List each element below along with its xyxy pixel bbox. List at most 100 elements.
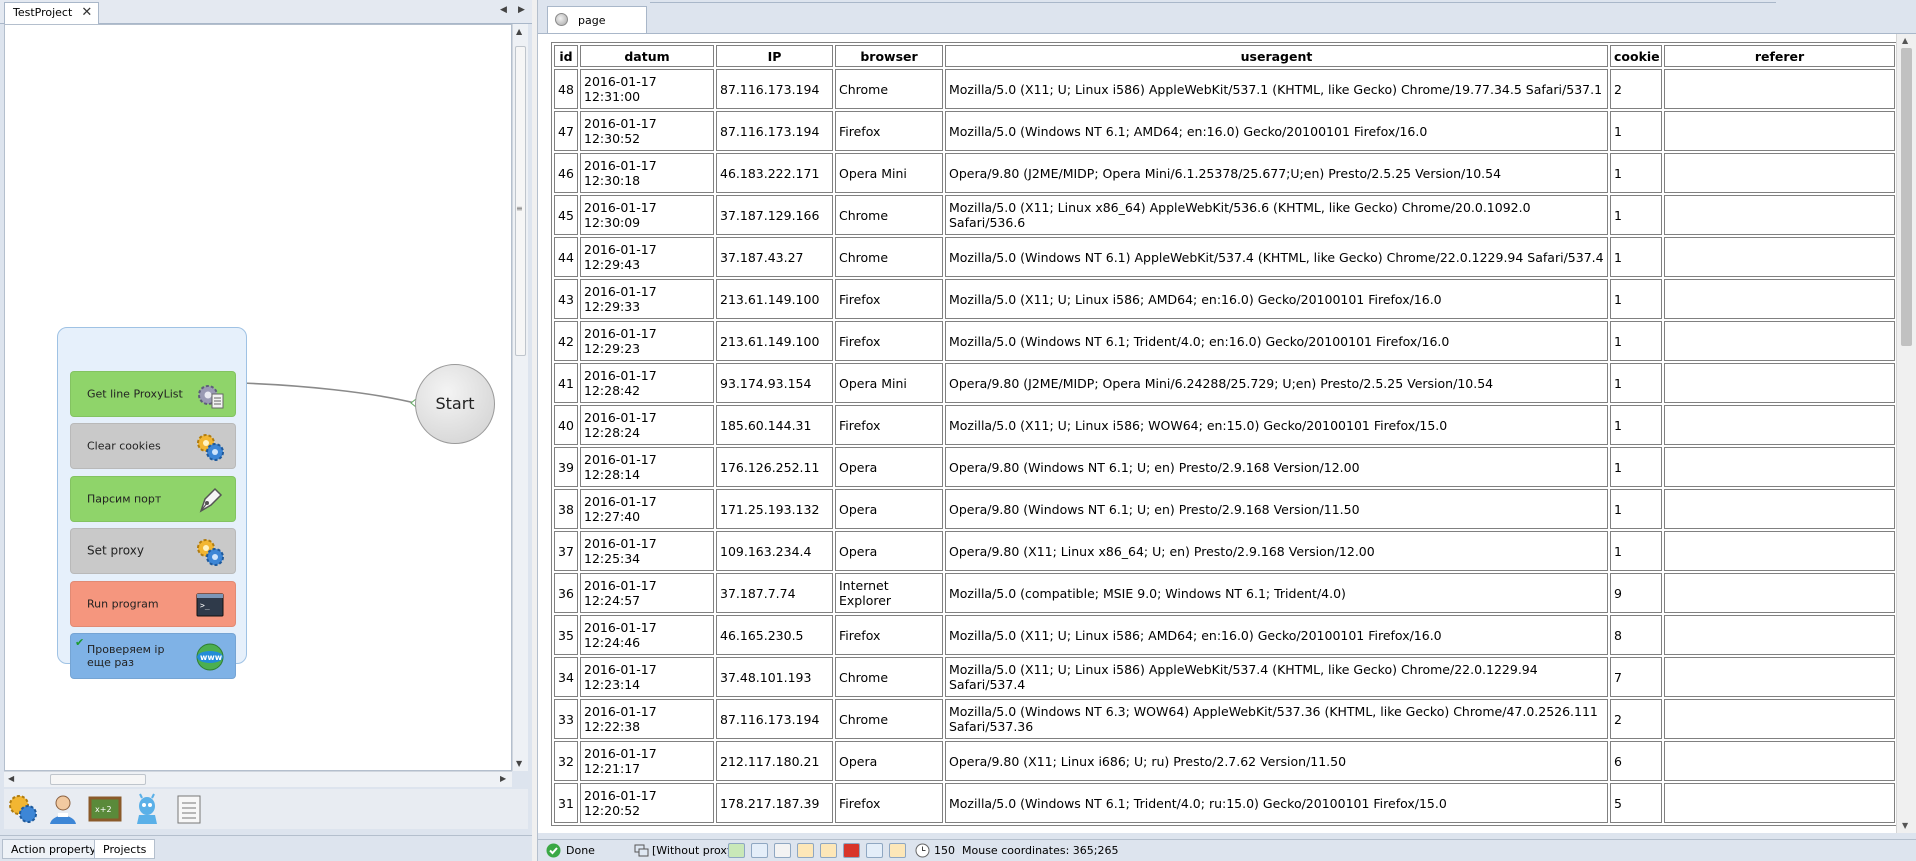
window-toggle-icon[interactable] bbox=[751, 843, 768, 858]
table-row: 41 2016-01-17 12:28:42 93.174.93.154 Opera … bbox=[554, 363, 1895, 403]
scroll-right-icon[interactable]: ▶ bbox=[500, 774, 506, 783]
cell-referer bbox=[1664, 489, 1895, 529]
done-check-icon bbox=[546, 843, 561, 858]
alien-icon[interactable] bbox=[130, 793, 164, 825]
gears-icon[interactable] bbox=[6, 793, 40, 825]
tab-page[interactable]: page bbox=[547, 6, 647, 33]
terminal-icon: >_ bbox=[196, 593, 224, 617]
cell-id: 43 bbox=[554, 279, 578, 319]
cell-datum: 2016-01-17 12:24:57 bbox=[580, 573, 714, 613]
tab-action-property[interactable]: Action property bbox=[2, 839, 106, 859]
visits-table: id datum IP browser useragent cookie ref… bbox=[551, 42, 1896, 826]
scroll-up-icon[interactable]: ▲ bbox=[1902, 36, 1908, 45]
gears-icon bbox=[197, 539, 224, 566]
browser-view[interactable]: id datum IP browser useragent cookie ref… bbox=[538, 33, 1916, 833]
table-row: 46 2016-01-17 12:30:18 46.183.222.171 Opera… bbox=[554, 153, 1895, 193]
scroll-down-icon[interactable]: ▼ bbox=[1902, 821, 1908, 830]
cell-cookie: 1 bbox=[1610, 321, 1662, 361]
cell-id: 45 bbox=[554, 195, 578, 235]
cell-cookie: 1 bbox=[1610, 489, 1662, 529]
cell-datum: 2016-01-17 12:28:14 bbox=[580, 447, 714, 487]
page-vertical-scrollbar[interactable]: ▲ ▼ bbox=[1896, 34, 1916, 833]
cell-browser: Firefox bbox=[835, 405, 943, 445]
gears-icon bbox=[197, 434, 224, 461]
cell-cookie: 2 bbox=[1610, 69, 1662, 109]
cell-datum: 2016-01-17 12:29:23 bbox=[580, 321, 714, 361]
cell-useragent: Mozilla/5.0 (X11; U; Linux i586; WOW64; … bbox=[945, 405, 1608, 445]
cell-id: 31 bbox=[554, 783, 578, 823]
action-run-program[interactable]: Run program >_ bbox=[70, 581, 236, 627]
cell-referer bbox=[1664, 195, 1895, 235]
action-check-ip-again[interactable]: ✔ Проверяем ip еще раз www bbox=[70, 633, 236, 679]
status-text: Done bbox=[566, 844, 595, 857]
frame-toggle-icon[interactable] bbox=[774, 843, 791, 858]
scroll-down-icon[interactable]: ▼ bbox=[516, 759, 522, 768]
cell-datum: 2016-01-17 12:30:18 bbox=[580, 153, 714, 193]
scrollbar-thumb[interactable] bbox=[50, 774, 146, 785]
monitor-icon[interactable] bbox=[866, 843, 883, 858]
cell-cookie: 1 bbox=[1610, 363, 1662, 403]
cell-browser: Opera bbox=[835, 531, 943, 571]
action-clear-cookies[interactable]: Clear cookies bbox=[70, 423, 236, 469]
cell-ip: 178.217.187.39 bbox=[716, 783, 833, 823]
cell-ip: 213.61.149.100 bbox=[716, 279, 833, 319]
flash-icon[interactable] bbox=[843, 843, 860, 858]
cell-cookie: 2 bbox=[1610, 699, 1662, 739]
table-row: 44 2016-01-17 12:29:43 37.187.43.27 Chrome M… bbox=[554, 237, 1895, 277]
scroll-up-icon[interactable]: ▲ bbox=[516, 27, 522, 36]
chalkboard-icon[interactable]: x+2 bbox=[88, 793, 122, 825]
start-label: Start bbox=[435, 394, 475, 413]
canvas-horizontal-scrollbar[interactable]: ◀ ▶ bbox=[4, 771, 512, 787]
cell-id: 38 bbox=[554, 489, 578, 529]
cell-useragent: Mozilla/5.0 (X11; Linux x86_64) AppleWeb… bbox=[945, 195, 1608, 235]
action-get-line-proxylist[interactable]: Get line ProxyList bbox=[70, 371, 236, 417]
project-panel: TestProject ✕ ◀ ▶ Get line ProxyList Cle… bbox=[0, 0, 532, 861]
cell-datum: 2016-01-17 12:24:46 bbox=[580, 615, 714, 655]
start-node[interactable]: Start bbox=[415, 364, 495, 444]
mouse-coordinates: Mouse coordinates: 365;265 bbox=[962, 844, 1119, 857]
cell-ip: 185.60.144.31 bbox=[716, 405, 833, 445]
plugin-toggle-icon[interactable] bbox=[797, 843, 814, 858]
image-toggle-icon[interactable] bbox=[728, 843, 745, 858]
cell-ip: 213.61.149.100 bbox=[716, 321, 833, 361]
cell-browser: Firefox bbox=[835, 279, 943, 319]
list-icon[interactable] bbox=[172, 793, 206, 825]
cell-cookie: 1 bbox=[1610, 237, 1662, 277]
action-parse-port[interactable]: Парсим порт bbox=[70, 476, 236, 522]
cell-datum: 2016-01-17 12:29:33 bbox=[580, 279, 714, 319]
scrollbar-thumb[interactable] bbox=[515, 46, 526, 356]
cell-useragent: Mozilla/5.0 (X11; U; Linux i586) AppleWe… bbox=[945, 69, 1608, 109]
cell-datum: 2016-01-17 12:22:38 bbox=[580, 699, 714, 739]
cell-datum: 2016-01-17 12:27:40 bbox=[580, 489, 714, 529]
cell-referer bbox=[1664, 447, 1895, 487]
cell-useragent: Mozilla/5.0 (Windows NT 6.1) AppleWebKit… bbox=[945, 237, 1608, 277]
scroll-left-icon[interactable]: ◀ bbox=[8, 774, 14, 783]
cell-id: 42 bbox=[554, 321, 578, 361]
cell-cookie: 1 bbox=[1610, 153, 1662, 193]
scrollbar-thumb[interactable] bbox=[1901, 48, 1912, 346]
proxy-status[interactable]: [Without proxy] bbox=[652, 844, 738, 857]
lightning-icon[interactable] bbox=[820, 843, 837, 858]
grip-icon: ≡ bbox=[516, 204, 523, 213]
user-icon[interactable] bbox=[46, 793, 80, 825]
column-header: IP bbox=[716, 45, 833, 67]
cell-useragent: Opera/9.80 (J2ME/MIDP; Opera Mini/6.1.25… bbox=[945, 153, 1608, 193]
cell-referer bbox=[1664, 573, 1895, 613]
cell-id: 36 bbox=[554, 573, 578, 613]
tab-label: page bbox=[578, 14, 606, 27]
table-body: 48 2016-01-17 12:31:00 87.116.173.194 Chrom… bbox=[554, 69, 1895, 823]
cell-id: 34 bbox=[554, 657, 578, 697]
cell-datum: 2016-01-17 12:25:34 bbox=[580, 531, 714, 571]
action-set-proxy[interactable]: Set proxy bbox=[70, 528, 236, 574]
cell-useragent: Mozilla/5.0 (Windows NT 6.3; WOW64) Appl… bbox=[945, 699, 1608, 739]
tab-projects[interactable]: Projects bbox=[94, 839, 156, 859]
key-icon[interactable] bbox=[889, 843, 906, 858]
cell-id: 37 bbox=[554, 531, 578, 571]
cell-ip: 37.48.101.193 bbox=[716, 657, 833, 697]
cell-ip: 171.25.193.132 bbox=[716, 489, 833, 529]
cell-cookie: 1 bbox=[1610, 531, 1662, 571]
action-label: Clear cookies bbox=[87, 439, 161, 453]
cell-browser: Chrome bbox=[835, 195, 943, 235]
canvas-vertical-scrollbar[interactable]: ▲ ≡ ▼ bbox=[512, 24, 528, 771]
cell-datum: 2016-01-17 12:31:00 bbox=[580, 69, 714, 109]
